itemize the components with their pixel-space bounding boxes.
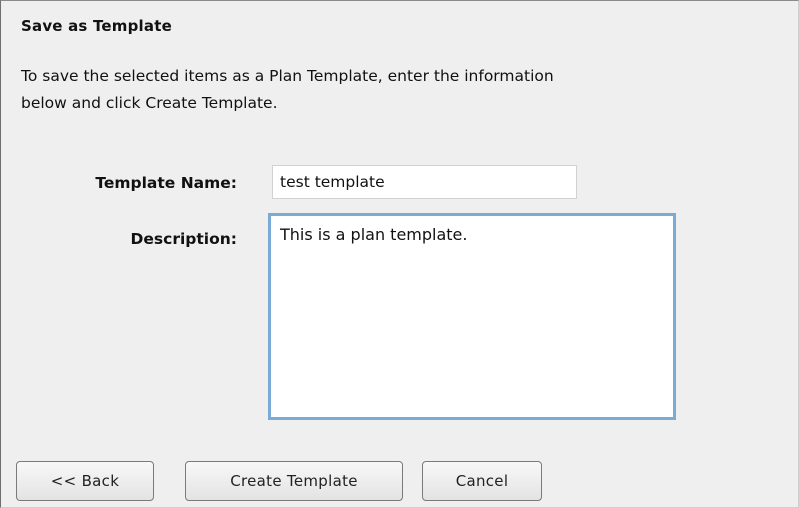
template-name-input[interactable] [272, 165, 577, 199]
instructions-text: To save the selected items as a Plan Tem… [21, 63, 799, 117]
cancel-button[interactable]: Cancel [422, 461, 542, 501]
description-label: Description: [130, 230, 237, 248]
create-template-button[interactable]: Create Template [185, 461, 403, 501]
dialog-title: Save as Template [21, 17, 172, 35]
instructions-line-2: below and click Create Template. [21, 94, 278, 112]
save-as-template-dialog: Save as Template To save the selected it… [0, 0, 799, 508]
back-button[interactable]: << Back [16, 461, 154, 501]
description-textarea[interactable]: This is a plan template. [268, 213, 676, 420]
instructions-line-1: To save the selected items as a Plan Tem… [21, 67, 554, 85]
template-name-label: Template Name: [95, 174, 237, 192]
